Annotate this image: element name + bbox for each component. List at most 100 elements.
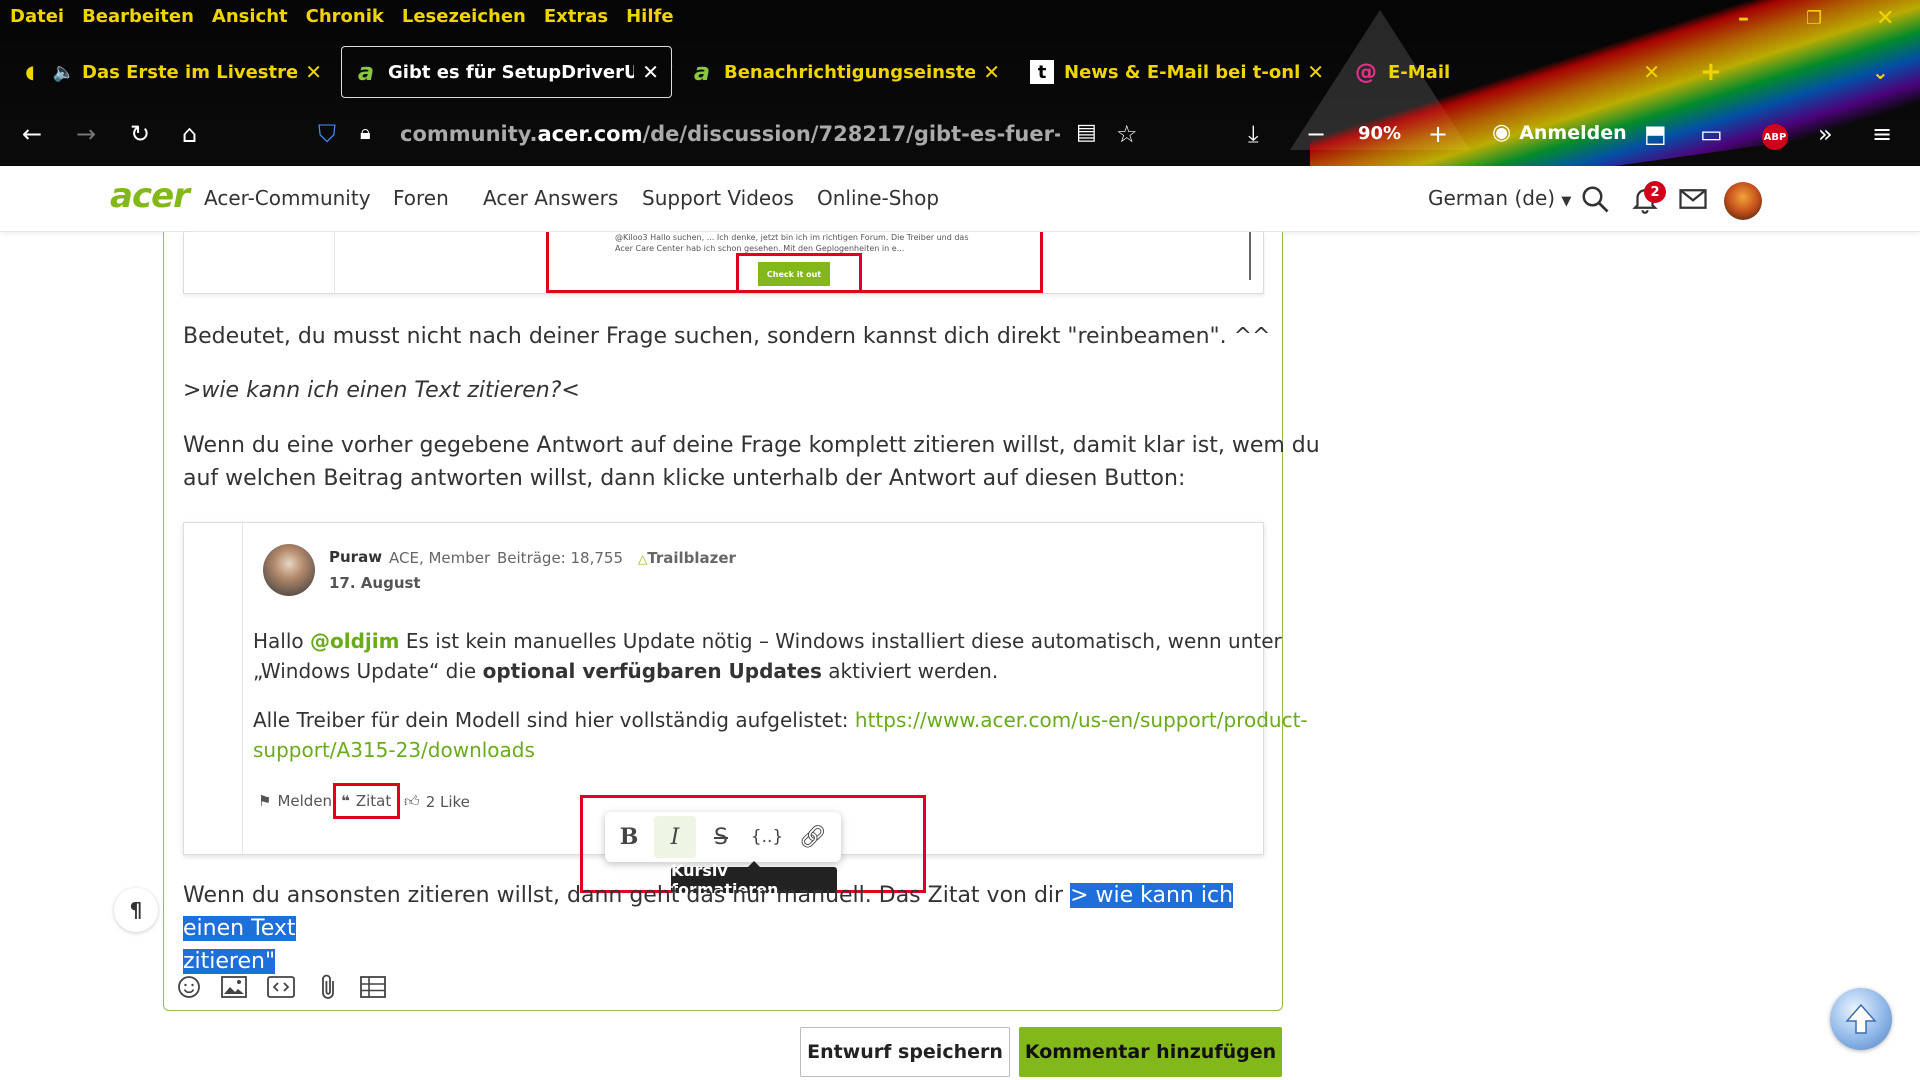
new-tab-button[interactable]: + bbox=[1700, 46, 1740, 98]
tab-t-online[interactable]: t News & E-Mail bei t-online | F ✕ bbox=[1018, 46, 1336, 98]
author-badge: △Trailblazer bbox=[638, 549, 736, 567]
user-avatar[interactable] bbox=[1724, 182, 1762, 220]
like-button[interactable]: 👍︎ 2 Like bbox=[404, 792, 470, 811]
quote-text: Alle Treiber für dein Modell sind hier v… bbox=[253, 708, 1308, 762]
zoom-out-icon[interactable]: − bbox=[1306, 120, 1326, 148]
menu-hilfe[interactable]: Hilfe bbox=[626, 6, 673, 27]
paragraph: Wenn du eine vorher gegebene Antwort auf… bbox=[183, 433, 1320, 491]
at-favicon-icon: @ bbox=[1355, 59, 1377, 85]
author-role: ACE, Member bbox=[389, 549, 491, 567]
link-button[interactable]: 🔗︎ bbox=[792, 816, 834, 858]
acer-logo[interactable]: acer bbox=[110, 176, 190, 216]
mail-icon[interactable] bbox=[1678, 184, 1708, 214]
tab-close-icon[interactable]: ✕ bbox=[1307, 60, 1324, 84]
attach-button[interactable] bbox=[313, 972, 343, 1002]
reload-icon[interactable]: ↻ bbox=[130, 120, 150, 148]
menu-bearbeiten[interactable]: Bearbeiten bbox=[82, 6, 194, 27]
addon-icon[interactable]: ▭ bbox=[1700, 120, 1723, 148]
strikethrough-button[interactable]: S bbox=[700, 816, 742, 858]
author-posts: Beiträge: 18,755 bbox=[497, 549, 623, 567]
download-link[interactable]: https://www.acer.com/us-en/support/produ… bbox=[855, 708, 1308, 732]
bold-button[interactable]: B bbox=[608, 816, 650, 858]
scroll-to-top-button[interactable] bbox=[1830, 988, 1892, 1050]
overflow-chevron-icon[interactable]: » bbox=[1818, 120, 1833, 148]
embed-scrollbar[interactable] bbox=[1249, 232, 1251, 280]
download-icon[interactable]: ⤓ bbox=[1248, 120, 1259, 148]
menu-ansicht[interactable]: Ansicht bbox=[212, 6, 288, 27]
menu-chronik[interactable]: Chronik bbox=[306, 6, 384, 27]
paragraph-menu-button[interactable]: ¶ bbox=[114, 888, 158, 932]
download-link-cont[interactable]: support/A315-23/downloads bbox=[253, 738, 535, 762]
t-online-favicon-icon: t bbox=[1030, 60, 1054, 84]
tab-email[interactable]: @ E-Mail ✕ bbox=[1342, 46, 1672, 98]
nav-acer-community[interactable]: Acer-Community bbox=[204, 186, 371, 210]
emoji-button[interactable] bbox=[174, 972, 204, 1002]
paperclip-icon bbox=[322, 974, 334, 999]
language-selector[interactable]: German (de) ▼ bbox=[1428, 186, 1571, 210]
back-icon[interactable]: ← bbox=[22, 120, 42, 148]
extensions-icon[interactable]: ⬒ bbox=[1644, 120, 1667, 148]
notification-badge: 2 bbox=[1644, 181, 1666, 203]
tab-close-icon[interactable]: ✕ bbox=[305, 60, 322, 84]
mention-link[interactable]: @oldjim bbox=[310, 629, 399, 653]
tab-strip: ◖ 🔈 Das Erste im Livestream a ✕ a Gibt e… bbox=[0, 44, 1920, 100]
menu-datei[interactable]: Datei bbox=[10, 6, 64, 27]
tab-benachrichtigungen[interactable]: a Benachrichtigungseinstellung ✕ bbox=[678, 46, 1012, 98]
shield-icon[interactable]: ⛉ bbox=[318, 120, 336, 148]
restore-icon[interactable]: ❐ bbox=[1806, 8, 1822, 29]
close-window-icon[interactable]: ✕ bbox=[1876, 6, 1894, 31]
url-bar[interactable]: community.acer.com/de/discussion/728217/… bbox=[400, 122, 1060, 146]
code-embed-icon bbox=[267, 976, 295, 998]
image-button[interactable] bbox=[219, 972, 249, 1002]
embed-button[interactable] bbox=[266, 972, 296, 1002]
site-header: acer Acer-Community Foren Acer Answers S… bbox=[0, 166, 1920, 232]
text-selection[interactable]: zitieren" bbox=[183, 949, 276, 974]
tab-close-icon[interactable]: ✕ bbox=[983, 60, 1000, 84]
list-tabs-icon[interactable]: ⌄ bbox=[1872, 46, 1912, 98]
acer-favicon-icon: a bbox=[357, 58, 375, 86]
image-icon bbox=[221, 976, 247, 998]
inline-code-button[interactable]: {..} bbox=[746, 816, 788, 858]
tab-close-icon[interactable]: ✕ bbox=[1643, 60, 1660, 84]
minimize-icon[interactable]: – bbox=[1738, 6, 1749, 31]
nav-acer-answers[interactable]: Acer Answers bbox=[483, 186, 618, 210]
highlight-box bbox=[333, 783, 400, 819]
quote-text: Hallo @oldjim Es ist kein manuelles Upda… bbox=[253, 629, 1282, 683]
adblock-icon[interactable]: ABP bbox=[1762, 124, 1788, 150]
link-icon: 🔗︎ bbox=[799, 824, 827, 850]
tab-livestream[interactable]: ◖ 🔈 Das Erste im Livestream a ✕ bbox=[8, 46, 334, 98]
save-draft-button[interactable]: Entwurf speichern bbox=[800, 1027, 1010, 1077]
author-avatar[interactable] bbox=[263, 544, 315, 596]
menu-extras[interactable]: Extras bbox=[544, 6, 608, 27]
tab-close-icon[interactable]: ✕ bbox=[642, 60, 659, 84]
signin-button[interactable]: ◉ Anmelden bbox=[1492, 120, 1627, 145]
acer-favicon-icon: a bbox=[693, 58, 711, 86]
add-comment-button[interactable]: Kommentar hinzufügen bbox=[1019, 1027, 1282, 1077]
flag-icon: ⚑ bbox=[258, 792, 272, 810]
italic-button[interactable]: I bbox=[654, 816, 696, 858]
speaker-icon[interactable]: 🔈 bbox=[52, 60, 76, 84]
search-icon[interactable] bbox=[1580, 184, 1610, 214]
menu-lesezeichen[interactable]: Lesezeichen bbox=[402, 6, 526, 27]
report-button[interactable]: ⚑ Melden bbox=[258, 792, 332, 810]
hamburger-menu-icon[interactable]: ≡ bbox=[1872, 120, 1892, 148]
lock-icon[interactable]: 🔒︎ bbox=[360, 120, 371, 144]
zoom-level[interactable]: 90% bbox=[1358, 123, 1401, 144]
table-button[interactable] bbox=[358, 972, 388, 1002]
zoom-in-icon[interactable]: + bbox=[1428, 120, 1448, 148]
tab-setupdriverutility[interactable]: a Gibt es für SetupDriverUtility ✕ bbox=[341, 46, 672, 98]
paragraph-italic: >wie kann ich einen Text zitieren?< bbox=[183, 378, 580, 403]
bookmark-star-icon[interactable]: ☆ bbox=[1116, 120, 1138, 148]
author-name[interactable]: Puraw bbox=[329, 548, 382, 566]
paragraph-with-selection[interactable]: Wenn du ansonsten zitieren willst, dann … bbox=[183, 879, 1283, 978]
home-icon[interactable]: ⌂ bbox=[182, 120, 197, 148]
nav-online-shop[interactable]: Online-Shop bbox=[817, 186, 939, 210]
tab-favicon-icon: ◖ bbox=[25, 61, 35, 83]
table-icon bbox=[360, 976, 386, 998]
paragraph: Bedeutet, du musst nicht nach deiner Fra… bbox=[183, 324, 1271, 349]
reader-view-icon[interactable]: ▤ bbox=[1076, 120, 1097, 145]
nav-foren[interactable]: Foren bbox=[393, 186, 449, 210]
emoji-icon bbox=[178, 976, 200, 998]
nav-support-videos[interactable]: Support Videos bbox=[642, 186, 794, 210]
forward-icon[interactable]: → bbox=[76, 120, 96, 148]
